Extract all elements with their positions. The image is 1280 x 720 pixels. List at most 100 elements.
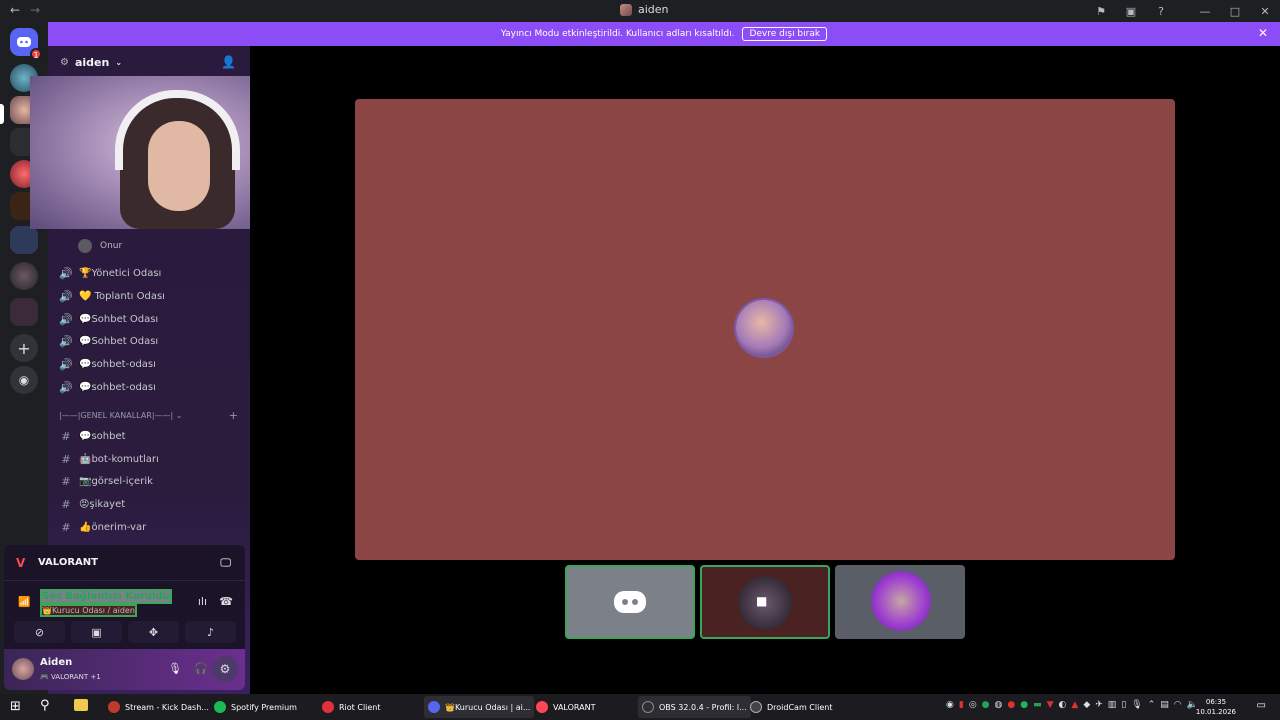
- add-server-icon[interactable]: +: [10, 334, 38, 362]
- avatar: [78, 239, 92, 253]
- back-arrow-icon[interactable]: ←: [10, 3, 20, 17]
- category-header[interactable]: |——|GENEL KANALLAR|——| ⌄ +: [59, 409, 244, 422]
- activities-button[interactable]: ✥: [128, 621, 179, 643]
- explore-icon[interactable]: ◉: [10, 366, 38, 394]
- category-label: |——|GENEL KANALLAR|——|: [59, 411, 174, 420]
- screen-share-button[interactable]: ▣: [71, 621, 122, 643]
- screen-icon[interactable]: ▣: [1116, 5, 1146, 18]
- avatar[interactable]: [12, 658, 34, 680]
- tray-icon[interactable]: ▼: [1047, 700, 1054, 710]
- voice-channel[interactable]: 🔊 💬sohbet-odası: [59, 355, 156, 373]
- invite-icon[interactable]: 👤: [221, 55, 236, 69]
- tray-icon[interactable]: ▮: [959, 700, 964, 710]
- voice-channel[interactable]: 🔊 💛 Toplantı Odası: [59, 287, 165, 305]
- file-explorer-icon[interactable]: [74, 699, 88, 711]
- channel-label: 🤖bot-komutları: [79, 453, 159, 465]
- tray-icon[interactable]: ▬: [1033, 700, 1042, 710]
- tray-icon[interactable]: ◐: [1059, 700, 1067, 710]
- discord-home-icon[interactable]: 1: [10, 28, 42, 60]
- taskbar-app-discord[interactable]: 👑Kurucu Odası | ai...: [424, 696, 535, 718]
- taskbar-app-obs[interactable]: OBS 32.0.4 - Profil: l...: [638, 696, 751, 718]
- user-panel: V VALORANT 🖵 📶 Ses Bağlantısı Kuruldu 👑K…: [4, 545, 245, 690]
- voice-status-subtitle[interactable]: 👑Kurucu Odası / aiden: [40, 604, 137, 617]
- valorant-icon: V: [16, 555, 26, 570]
- user-status: 🎮 VALORANT +1: [40, 673, 101, 681]
- camera-off-button[interactable]: ⊘: [14, 621, 65, 643]
- voice-status-title[interactable]: Ses Bağlantısı Kuruldu: [40, 589, 172, 604]
- chevron-up-icon[interactable]: ⌃: [1148, 700, 1156, 710]
- channel-label: 💬sohbet-odası: [79, 358, 156, 370]
- taskbar-app-spotify[interactable]: Spotify Premium: [210, 696, 301, 718]
- voice-status: 📶 Ses Bağlantısı Kuruldu 👑Kurucu Odası /…: [4, 583, 245, 623]
- text-channel[interactable]: # 📷görsel-içerik: [59, 472, 153, 490]
- speaker-icon: 🔊: [59, 289, 73, 303]
- taskbar-app-riot[interactable]: Riot Client: [318, 696, 385, 718]
- user-info: Aiden 🎮 VALORANT +1 🎙 🎧 ⚙: [4, 649, 245, 690]
- voice-channel[interactable]: 🔊 💬sohbet-odası: [59, 378, 156, 396]
- server-folder-icon[interactable]: [10, 226, 38, 254]
- tray-icon[interactable]: ▯: [1121, 700, 1126, 710]
- tray-icon[interactable]: ◆: [1083, 700, 1090, 710]
- add-channel-icon[interactable]: +: [229, 409, 238, 422]
- tray-icon[interactable]: ▲: [1071, 700, 1078, 710]
- voice-channel[interactable]: 🔊 🏆Yönetici Odası: [59, 264, 161, 282]
- taskbar-app-stream[interactable]: Stream - Kick Dash...: [104, 696, 213, 718]
- stream-game-icon[interactable]: 🖵: [220, 556, 231, 570]
- participant-tile-discord[interactable]: [565, 565, 695, 639]
- disable-streamer-mode-button[interactable]: Devre dışı bırak: [742, 27, 828, 41]
- tray-icon[interactable]: ●: [1020, 700, 1028, 710]
- username[interactable]: Aiden: [40, 657, 72, 668]
- voice-channel[interactable]: 🔊 💬Sohbet Odası: [59, 332, 158, 350]
- server-header[interactable]: ⚙ aiden ⌄ 👤: [48, 46, 250, 78]
- keyboard-language-icon[interactable]: ▤: [1160, 700, 1169, 710]
- taskbar-app-droidcam[interactable]: DroidCam Client: [746, 696, 836, 718]
- windows-start-icon[interactable]: ⊞: [10, 699, 21, 714]
- server-icon[interactable]: [10, 262, 38, 290]
- speaker-icon: 🔊: [59, 380, 73, 394]
- app-icon: [642, 701, 654, 713]
- text-channel[interactable]: # 💬sohbet: [59, 427, 125, 445]
- microphone-icon[interactable]: 🎙: [1131, 700, 1142, 710]
- search-icon[interactable]: ⚲: [40, 698, 50, 713]
- minimize-icon[interactable]: —: [1190, 5, 1220, 18]
- close-banner-icon[interactable]: ✕: [1258, 26, 1268, 40]
- help-icon[interactable]: ?: [1146, 5, 1176, 18]
- taskbar-app-valorant[interactable]: VALORANT: [532, 696, 599, 718]
- taskbar-clock[interactable]: 06:35 10.01.2026: [1196, 697, 1236, 717]
- app-label: DroidCam Client: [767, 702, 833, 712]
- text-channel[interactable]: # 🤖bot-komutları: [59, 450, 159, 468]
- focused-participant-tile[interactable]: [355, 99, 1175, 560]
- text-channel[interactable]: # 😡şikayet: [59, 495, 125, 513]
- text-channel[interactable]: # 👍önerim-var: [59, 518, 146, 536]
- tray-icon[interactable]: ◎: [969, 700, 977, 710]
- disconnect-icon[interactable]: ☎: [219, 595, 233, 608]
- voice-member[interactable]: Onur: [78, 239, 122, 253]
- microphone-icon[interactable]: 🎙: [168, 662, 182, 675]
- channel-label: 💬sohbet-odası: [79, 381, 156, 393]
- app-icon: [750, 701, 762, 713]
- wifi-icon[interactable]: ◠: [1174, 700, 1182, 710]
- activity-row[interactable]: V VALORANT 🖵: [4, 545, 245, 581]
- close-icon[interactable]: ✕: [1250, 5, 1280, 18]
- tray-icon[interactable]: ◍: [995, 700, 1003, 710]
- tray-icon[interactable]: ▥: [1108, 700, 1117, 710]
- channel-label: 🏆Yönetici Odası: [79, 267, 162, 279]
- server-folder-icon[interactable]: [10, 298, 38, 326]
- flag-icon[interactable]: ⚑: [1086, 5, 1116, 18]
- hash-icon: #: [61, 452, 71, 466]
- forward-arrow-icon[interactable]: →: [30, 3, 40, 17]
- tray-icon[interactable]: ●: [982, 700, 990, 710]
- notification-icon[interactable]: ▭: [1257, 700, 1266, 711]
- participant-tile-camera[interactable]: ■: [700, 565, 830, 639]
- soundboard-button[interactable]: ♪: [185, 621, 236, 643]
- tray-icon[interactable]: ✈: [1095, 700, 1103, 710]
- tray-icon[interactable]: ◉: [946, 700, 954, 710]
- settings-gear-icon[interactable]: ⚙: [212, 656, 238, 682]
- tray-icon[interactable]: ●: [1007, 700, 1015, 710]
- channel-label: 👍önerim-var: [79, 521, 147, 533]
- voice-channel[interactable]: 🔊 💬Sohbet Odası: [59, 310, 158, 328]
- noise-suppression-icon[interactable]: ılı: [198, 595, 207, 608]
- participant-tile[interactable]: [835, 565, 965, 639]
- maximize-icon[interactable]: □: [1220, 5, 1250, 18]
- headphones-icon[interactable]: 🎧: [194, 662, 208, 675]
